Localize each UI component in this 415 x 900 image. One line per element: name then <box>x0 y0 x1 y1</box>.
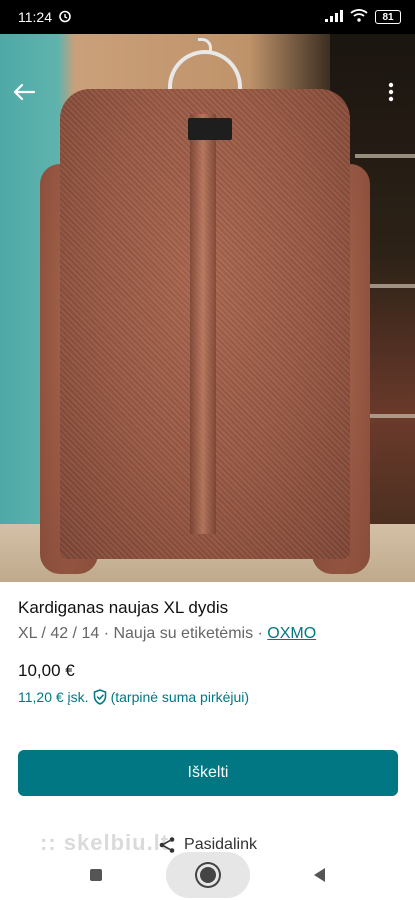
item-info: Kardiganas naujas XL dydis XL / 42 / 14 … <box>18 598 398 705</box>
garment-tag <box>188 118 232 140</box>
product-photo-gallery[interactable] <box>0 34 415 582</box>
status-bar: 11:24 81 <box>0 0 415 34</box>
arrow-left-icon <box>13 83 35 101</box>
back-button[interactable] <box>10 78 38 106</box>
shield-check-icon <box>93 689 106 705</box>
home-button[interactable] <box>166 852 250 898</box>
item-meta: XL / 42 / 14 · Nauja su etiketėmis · OXM… <box>18 625 398 643</box>
more-vertical-icon <box>388 82 394 102</box>
recent-apps-icon[interactable] <box>90 869 102 881</box>
system-navigation-bar <box>0 850 415 900</box>
item-price: 10,00 € <box>18 661 75 680</box>
status-time: 11:24 <box>18 9 52 25</box>
price-incl-note: (tarpinė suma pirkėjui) <box>110 689 250 705</box>
cardigan-image <box>40 74 370 582</box>
battery-icon: 81 <box>375 10 401 24</box>
item-title: Kardiganas naujas XL dydis <box>18 598 229 617</box>
more-options-button[interactable] <box>377 78 405 106</box>
item-size-condition: XL / 42 / 14 · Nauja su etiketėmis · <box>18 625 268 642</box>
signal-icon <box>325 9 343 25</box>
bump-button[interactable]: Iškelti <box>18 750 398 796</box>
home-icon <box>200 867 216 883</box>
brand-link[interactable]: OXMO <box>267 625 316 642</box>
price-incl-value: 11,20 € įsk. <box>18 689 89 705</box>
wifi-icon <box>350 9 368 25</box>
alarm-icon <box>58 9 72 26</box>
system-back-icon[interactable] <box>314 868 325 882</box>
price-with-protection[interactable]: 11,20 € įsk. (tarpinė suma pirkėjui) <box>18 689 398 705</box>
